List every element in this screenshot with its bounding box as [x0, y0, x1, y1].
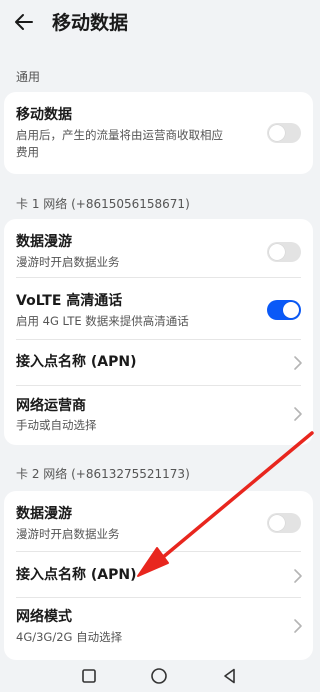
sim1-roaming-toggle[interactable] — [267, 242, 301, 262]
row-title: 网络运营商 — [16, 398, 86, 414]
row-description: 启用后，产生的流量将由运营商收取相应 — [16, 128, 223, 142]
row-description-cont: 费用 — [16, 145, 39, 159]
system-navigation-bar — [0, 660, 317, 692]
sim2-roaming-toggle[interactable] — [267, 513, 301, 533]
row-sim1-carrier[interactable]: 网络运营商 手动或自动选择 — [4, 386, 313, 445]
row-sim1-roaming[interactable]: 数据漫游 漫游时开启数据业务 — [4, 219, 313, 275]
row-description: 漫游时开启数据业务 — [16, 255, 120, 269]
row-title: 数据漫游 — [16, 234, 72, 250]
row-description: 4G/3G/2G 自动选择 — [16, 630, 123, 644]
circle-home-icon[interactable] — [149, 666, 169, 686]
square-recent-icon[interactable] — [79, 666, 99, 686]
toggle-knob — [269, 244, 285, 260]
header: 移动数据 — [0, 0, 317, 48]
row-sim2-apn[interactable]: 接入点名称 (APN) — [4, 552, 313, 597]
chevron-right-icon — [294, 619, 302, 633]
row-title: 数据漫游 — [16, 506, 72, 522]
row-sim1-volte[interactable]: VoLTE 高清通话 启用 4G LTE 数据来提供高清通话 — [4, 279, 313, 339]
row-description: 启用 4G LTE 数据来提供高清通话 — [16, 314, 189, 328]
mobile-data-toggle[interactable] — [267, 123, 301, 143]
row-title: 接入点名称 (APN) — [16, 354, 137, 370]
toggle-knob — [269, 125, 285, 141]
row-title: VoLTE 高清通话 — [16, 293, 123, 309]
row-description: 手动或自动选择 — [16, 418, 97, 432]
section-label-sim1: 卡 1 网络 (+8615056158671) — [16, 197, 190, 211]
triangle-back-icon[interactable] — [220, 666, 240, 686]
section-label-general: 通用 — [16, 70, 41, 84]
row-title: 移动数据 — [16, 107, 72, 123]
toggle-knob — [269, 515, 285, 531]
page-title: 移动数据 — [52, 12, 129, 34]
card-sim1: 数据漫游 漫游时开启数据业务 VoLTE 高清通话 启用 4G LTE 数据来提… — [4, 219, 313, 445]
row-sim2-roaming[interactable]: 数据漫游 漫游时开启数据业务 — [4, 491, 313, 549]
volte-toggle[interactable] — [267, 300, 301, 320]
row-description: 漫游时开启数据业务 — [16, 527, 120, 541]
toggle-knob — [283, 302, 299, 318]
section-label-sim2: 卡 2 网络 (+8613275521173) — [16, 467, 190, 481]
divider — [16, 277, 301, 278]
row-mobile-data[interactable]: 移动数据 启用后，产生的流量将由运营商收取相应 费用 — [4, 92, 313, 174]
row-title: 网络模式 — [16, 609, 72, 625]
chevron-right-icon — [294, 569, 302, 583]
arrow-left-icon[interactable] — [12, 10, 36, 34]
chevron-right-icon — [294, 407, 302, 421]
chevron-right-icon — [294, 356, 302, 370]
card-sim2: 数据漫游 漫游时开启数据业务 接入点名称 (APN) 网络模式 4G/3G/2G… — [4, 491, 313, 660]
row-title: 接入点名称 (APN) — [16, 567, 137, 583]
row-sim1-apn[interactable]: 接入点名称 (APN) — [4, 340, 313, 385]
row-sim2-network-mode[interactable]: 网络模式 4G/3G/2G 自动选择 — [4, 598, 313, 660]
card-general: 移动数据 启用后，产生的流量将由运营商收取相应 费用 — [4, 92, 313, 174]
